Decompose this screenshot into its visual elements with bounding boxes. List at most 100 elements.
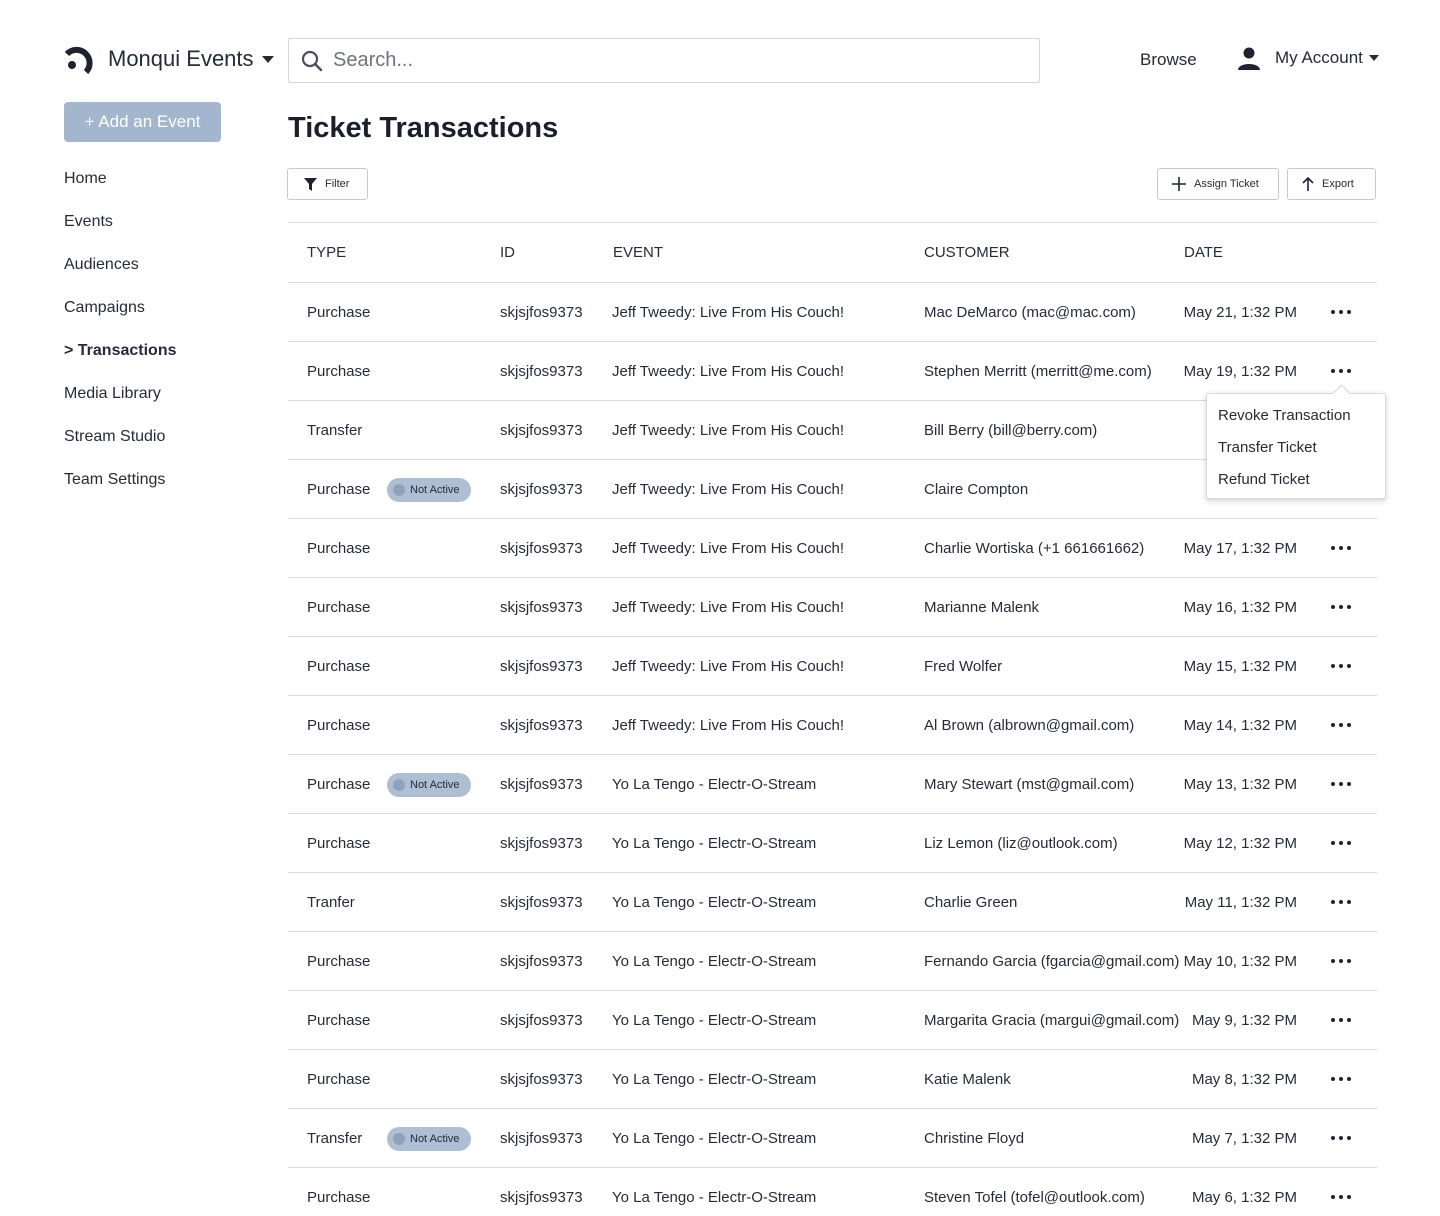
sidebar-item-campaigns[interactable]: Campaigns bbox=[64, 299, 177, 342]
cell-date: May 12, 1:32 PM bbox=[1183, 835, 1297, 852]
table-row[interactable]: Tranfer skjsjfos9373 Yo La Tengo - Electr-… bbox=[288, 873, 1377, 932]
cell-id: skjsjfos9373 bbox=[500, 776, 583, 793]
sidebar-item-audiences[interactable]: Audiences bbox=[64, 256, 177, 299]
cell-type: Purchase bbox=[307, 658, 371, 675]
export-button[interactable]: Export bbox=[1287, 168, 1376, 200]
sidebar-nav: Home Events Audiences Campaigns > Transa… bbox=[64, 170, 177, 514]
add-event-button[interactable]: + Add an Event bbox=[64, 102, 221, 142]
sidebar-item-transactions[interactable]: > Transactions bbox=[64, 342, 177, 385]
search-bar[interactable] bbox=[288, 38, 1040, 83]
sidebar-item-home[interactable]: Home bbox=[64, 170, 177, 213]
more-actions-icon[interactable] bbox=[1331, 900, 1351, 904]
cell-type: Purchase bbox=[307, 540, 371, 557]
more-actions-icon[interactable] bbox=[1331, 664, 1351, 668]
cell-id: skjsjfos9373 bbox=[500, 422, 583, 439]
column-header-id[interactable]: ID bbox=[500, 244, 515, 261]
table-row[interactable]: Transfer Not Active skjsjfos9373 Yo La Teng… bbox=[288, 1109, 1377, 1168]
cell-id: skjsjfos9373 bbox=[500, 599, 583, 616]
cell-event: Yo La Tengo - Electr-O-Stream bbox=[612, 1012, 817, 1029]
cell-customer: Charlie Green bbox=[924, 894, 1018, 911]
cell-date: May 8, 1:32 PM bbox=[1191, 1071, 1297, 1088]
cell-id: skjsjfos9373 bbox=[500, 835, 583, 852]
sidebar-item-team-settings[interactable]: Team Settings bbox=[64, 471, 177, 514]
table-row[interactable]: Purchase skjsjfos9373 Yo La Tengo - Electr… bbox=[288, 1050, 1377, 1109]
search-input[interactable] bbox=[333, 49, 1013, 72]
cell-customer: Fernando Garcia (fgarcia@gmail.com) bbox=[924, 953, 1180, 970]
cell-event: Yo La Tengo - Electr-O-Stream bbox=[612, 1189, 817, 1206]
cell-event: Jeff Tweedy: Live From His Couch! bbox=[612, 304, 845, 321]
row-actions-menu: Revoke Transaction Transfer Ticket Refun… bbox=[1206, 393, 1386, 499]
cell-type: Tranfer bbox=[307, 894, 355, 911]
more-actions-icon[interactable] bbox=[1331, 959, 1351, 963]
table-row[interactable]: Purchase skjsjfos9373 Jeff Tweedy: Live Fr… bbox=[288, 519, 1377, 578]
org-switcher[interactable]: Monqui Events bbox=[108, 46, 274, 72]
cell-type: Transfer bbox=[307, 1130, 363, 1147]
table-row[interactable]: Purchase skjsjfos9373 Yo La Tengo - Electr… bbox=[288, 1168, 1377, 1216]
monqui-logo-icon bbox=[64, 46, 93, 75]
status-badge: Not Active bbox=[387, 773, 471, 797]
browse-link[interactable]: Browse bbox=[1140, 50, 1197, 70]
table-row[interactable]: Purchase skjsjfos9373 Yo La Tengo - Electr… bbox=[288, 991, 1377, 1050]
more-actions-icon[interactable] bbox=[1331, 782, 1351, 786]
cell-id: skjsjfos9373 bbox=[500, 953, 583, 970]
cell-id: skjsjfos9373 bbox=[500, 1130, 583, 1147]
export-label: Export bbox=[1322, 178, 1354, 190]
more-actions-icon[interactable] bbox=[1331, 546, 1351, 550]
more-actions-icon[interactable] bbox=[1331, 723, 1351, 727]
table-row[interactable]: Purchase skjsjfos9373 Yo La Tengo - Electr… bbox=[288, 814, 1377, 873]
cell-event: Yo La Tengo - Electr-O-Stream bbox=[612, 835, 817, 852]
assign-ticket-button[interactable]: Assign Ticket bbox=[1157, 168, 1279, 200]
cell-date: May 19, 1:32 PM bbox=[1183, 363, 1297, 380]
more-actions-icon[interactable] bbox=[1331, 310, 1351, 314]
table-row[interactable]: Purchase skjsjfos9373 Jeff Tweedy: Live Fr… bbox=[288, 578, 1377, 637]
cell-type: Purchase bbox=[307, 835, 371, 852]
cell-event: Yo La Tengo - Electr-O-Stream bbox=[612, 1130, 817, 1147]
table-row[interactable]: Purchase skjsjfos9373 Jeff Tweedy: Live Fr… bbox=[288, 283, 1377, 342]
menu-item-transfer-ticket[interactable]: Transfer Ticket bbox=[1218, 439, 1317, 456]
cell-id: skjsjfos9373 bbox=[500, 894, 583, 911]
column-header-customer[interactable]: CUSTOMER bbox=[924, 244, 1010, 261]
cell-id: skjsjfos9373 bbox=[500, 363, 583, 380]
sidebar-item-stream-studio[interactable]: Stream Studio bbox=[64, 428, 177, 471]
menu-item-revoke-transaction[interactable]: Revoke Transaction bbox=[1218, 407, 1351, 424]
cell-date: May 15, 1:32 PM bbox=[1183, 658, 1297, 675]
table-row[interactable]: Purchase skjsjfos9373 Yo La Tengo - Electr… bbox=[288, 932, 1377, 991]
cell-customer: Al Brown (albrown@gmail.com) bbox=[924, 717, 1135, 734]
user-icon bbox=[1238, 47, 1260, 70]
more-actions-icon[interactable] bbox=[1331, 1136, 1351, 1140]
info-icon bbox=[393, 1133, 405, 1145]
filter-icon bbox=[304, 177, 317, 191]
cell-customer: Bill Berry (bill@berry.com) bbox=[924, 422, 1098, 439]
more-actions-icon[interactable] bbox=[1331, 605, 1351, 609]
more-actions-icon[interactable] bbox=[1331, 1195, 1351, 1199]
more-actions-icon[interactable] bbox=[1331, 841, 1351, 845]
filter-label: Filter bbox=[325, 178, 350, 190]
table-row[interactable]: Purchase Not Active skjsjfos9373 Yo La Teng… bbox=[288, 755, 1377, 814]
column-header-type[interactable]: TYPE bbox=[307, 244, 346, 261]
table-row[interactable]: Purchase skjsjfos9373 Jeff Tweedy: Live Fr… bbox=[288, 637, 1377, 696]
page-title: Ticket Transactions bbox=[288, 112, 559, 144]
cell-type: Purchase bbox=[307, 1012, 371, 1029]
more-actions-icon[interactable] bbox=[1331, 1077, 1351, 1081]
table-row[interactable]: Purchase skjsjfos9373 Jeff Tweedy: Live Fr… bbox=[288, 696, 1377, 755]
cell-date: May 9, 1:32 PM bbox=[1191, 1012, 1297, 1029]
cell-customer: Charlie Wortiska (+1 661661662) bbox=[924, 540, 1145, 557]
more-actions-icon[interactable] bbox=[1331, 1018, 1351, 1022]
account-menu[interactable]: My Account bbox=[1237, 46, 1379, 70]
cell-type: Purchase bbox=[307, 1189, 371, 1206]
cell-event: Jeff Tweedy: Live From His Couch! bbox=[612, 363, 845, 380]
cell-event: Yo La Tengo - Electr-O-Stream bbox=[612, 776, 817, 793]
column-header-date[interactable]: DATE bbox=[1184, 244, 1223, 261]
cell-type: Purchase bbox=[307, 599, 371, 616]
column-header-event[interactable]: EVENT bbox=[613, 244, 663, 261]
cell-customer: Mary Stewart (mst@gmail.com) bbox=[924, 776, 1135, 793]
status-badge: Not Active bbox=[387, 478, 471, 502]
menu-item-refund-ticket[interactable]: Refund Ticket bbox=[1218, 471, 1310, 488]
cell-id: skjsjfos9373 bbox=[500, 717, 583, 734]
filter-button[interactable]: Filter bbox=[287, 168, 368, 200]
cell-type: Purchase bbox=[307, 481, 371, 498]
sidebar-item-events[interactable]: Events bbox=[64, 213, 177, 256]
sidebar-item-media-library[interactable]: Media Library bbox=[64, 385, 177, 428]
more-actions-icon[interactable] bbox=[1331, 369, 1351, 373]
cell-id: skjsjfos9373 bbox=[500, 1012, 583, 1029]
